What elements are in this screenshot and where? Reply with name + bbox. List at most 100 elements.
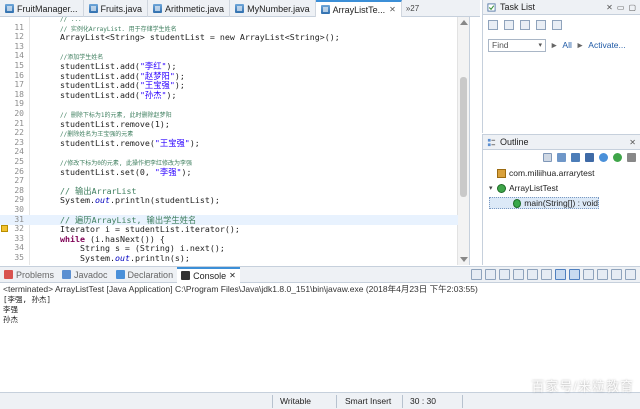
- view-menu-icon[interactable]: [627, 152, 636, 162]
- bottom-tab[interactable]: Declaration: [112, 267, 178, 283]
- sort-icon[interactable]: [543, 152, 552, 162]
- code-line[interactable]: 23 studentList.remove("王宝强");: [0, 138, 458, 148]
- status-insert-mode[interactable]: Smart Insert: [345, 393, 391, 409]
- link-editor-icon[interactable]: [613, 152, 622, 162]
- remove-launch-icon[interactable]: [485, 269, 496, 280]
- code-editor[interactable]: // ... 11// 实例化ArrayList. 用于存储学生姓名 12 Array…: [0, 17, 470, 265]
- code-line[interactable]: 32 Iterator i = studentList.iterator();: [0, 224, 458, 234]
- code-token: studentList.remove(1);: [60, 118, 170, 129]
- hide-local-types-icon[interactable]: [599, 152, 608, 162]
- outline-tree-item[interactable]: com.miliihua.arrarytest: [489, 167, 640, 179]
- editor-tab[interactable]: Arithmetic.java: [148, 0, 231, 17]
- line-number: 12: [14, 32, 24, 42]
- code-line[interactable]: 15 studentList.add("李红");: [0, 61, 458, 71]
- close-tab-icon[interactable]: ✕: [389, 5, 396, 14]
- line-number: 23: [14, 137, 24, 147]
- scroll-thumb[interactable]: [460, 77, 467, 197]
- line-number: 35: [14, 253, 24, 262]
- display-console-icon[interactable]: [597, 269, 608, 280]
- code-line[interactable]: 11// 实例化ArrayList. 用于存储学生姓名: [0, 23, 458, 33]
- code-line[interactable]: 26 studentList.set(0, "李强");: [0, 167, 458, 177]
- collapse-all-icon[interactable]: [536, 20, 546, 30]
- editor-scrollbar[interactable]: [457, 17, 469, 265]
- code-line[interactable]: 33 while (i.hasNext()) {: [0, 234, 458, 244]
- editor-tab[interactable]: FruitManager...: [0, 0, 84, 17]
- new-task-icon[interactable]: [488, 20, 498, 30]
- code-line[interactable]: 13: [0, 42, 458, 52]
- word-wrap-icon[interactable]: [541, 269, 552, 280]
- pin-console-icon[interactable]: [583, 269, 594, 280]
- line-number: 14: [14, 51, 24, 61]
- outline-item-label: ArrayListTest: [509, 183, 559, 193]
- all-link[interactable]: All: [562, 40, 571, 50]
- java-file-icon: [320, 5, 330, 14]
- scroll-up-icon[interactable]: [460, 20, 468, 25]
- method-icon: [513, 198, 522, 208]
- code-token: System.: [60, 253, 115, 263]
- outline-tree-item[interactable]: main(String[]) : void: [489, 197, 599, 209]
- editor-tab[interactable]: MyNumber.java: [230, 0, 316, 17]
- code-line[interactable]: 25//修改下标为0的元素, 此操作把李红修改为李强: [0, 157, 458, 167]
- hide-nonpublic-icon[interactable]: [585, 152, 594, 162]
- code-line[interactable]: 16 studentList.add("赵梦阳");: [0, 71, 458, 81]
- minimize-icon[interactable]: [625, 269, 636, 280]
- show-on-stdout-icon[interactable]: [555, 269, 566, 280]
- bottom-tab[interactable]: Console ✕: [177, 266, 240, 283]
- outline-tree-item[interactable]: ▾ ArrayListTest: [489, 182, 640, 194]
- tab-overflow-button[interactable]: »27: [402, 0, 423, 17]
- code-line[interactable]: 14//添加学生姓名: [0, 51, 458, 61]
- code-line[interactable]: 29 System.out.println(studentList);: [0, 195, 458, 205]
- close-tab-icon[interactable]: ✕: [229, 271, 236, 280]
- code-line[interactable]: 19: [0, 99, 458, 109]
- code-line[interactable]: 17 studentList.add("王宝强");: [0, 80, 458, 90]
- maximize-icon[interactable]: ▢: [628, 3, 636, 12]
- chevron-down-icon[interactable]: ▾: [538, 41, 542, 49]
- code-string: "李强": [154, 166, 182, 177]
- code-line[interactable]: 30: [0, 205, 458, 215]
- code-line[interactable]: 35 System.out.println(s);: [0, 253, 458, 263]
- activate-link[interactable]: Activate...: [588, 40, 625, 50]
- find-input[interactable]: Find ▾: [488, 38, 546, 52]
- problems-icon: [4, 270, 13, 279]
- code-line[interactable]: 18 studentList.add("孙杰");: [0, 90, 458, 100]
- java-file-icon: [235, 4, 245, 13]
- editor-tab[interactable]: ArrayListTe... ✕: [315, 0, 402, 17]
- code-line[interactable]: 20// 删除下标为1的元素, 此时删除赵梦阳: [0, 109, 458, 119]
- hide-static-icon[interactable]: [571, 152, 580, 162]
- code-token: studentList.add(: [60, 61, 140, 71]
- code-line[interactable]: 22//删除姓名为王宝强的元素: [0, 128, 458, 138]
- status-cursor-position[interactable]: 30 : 30: [410, 393, 436, 409]
- line-number: 22: [14, 128, 24, 138]
- scroll-down-icon[interactable]: [460, 257, 468, 262]
- minimize-icon[interactable]: ▭: [617, 3, 625, 12]
- filter-icon[interactable]: [520, 20, 530, 30]
- bottom-tab[interactable]: Problems: [0, 267, 58, 283]
- expand-twisty-icon[interactable]: ▾: [489, 184, 497, 192]
- categorize-icon[interactable]: [504, 20, 514, 30]
- view-menu-icon[interactable]: [552, 20, 562, 30]
- outline-title[interactable]: Outline: [500, 137, 625, 147]
- task-list-title[interactable]: Task List: [500, 2, 602, 12]
- bottom-tab[interactable]: Javadoc: [58, 267, 112, 283]
- terminate-icon[interactable]: [471, 269, 482, 280]
- show-on-stderr-icon[interactable]: [569, 269, 580, 280]
- code-text: studentList.add("王宝强");: [60, 80, 185, 90]
- status-separator: [336, 395, 337, 408]
- code-line[interactable]: 34 String s = (String) i.next();: [0, 243, 458, 253]
- console-toolbar: [471, 269, 640, 280]
- hide-fields-icon[interactable]: [557, 152, 566, 162]
- close-icon[interactable]: ✕: [629, 138, 636, 147]
- editor-tab[interactable]: Fruits.java: [84, 0, 149, 17]
- line-number: 11: [14, 22, 24, 32]
- close-icon[interactable]: ✕: [606, 3, 613, 12]
- open-console-icon[interactable]: [611, 269, 622, 280]
- code-line[interactable]: 28 // 输出ArrarList: [0, 186, 458, 196]
- remove-all-icon[interactable]: [499, 269, 510, 280]
- code-line[interactable]: 31 // 遍历ArrayList, 输出学生姓名: [0, 214, 458, 225]
- scroll-lock-icon[interactable]: [527, 269, 538, 280]
- code-line[interactable]: 21 studentList.remove(1);: [0, 119, 458, 129]
- code-line[interactable]: 12 ArrayList<String> studentList = new Ar…: [0, 32, 458, 42]
- clear-console-icon[interactable]: [513, 269, 524, 280]
- code-line[interactable]: 24: [0, 147, 458, 157]
- code-line[interactable]: 27: [0, 176, 458, 186]
